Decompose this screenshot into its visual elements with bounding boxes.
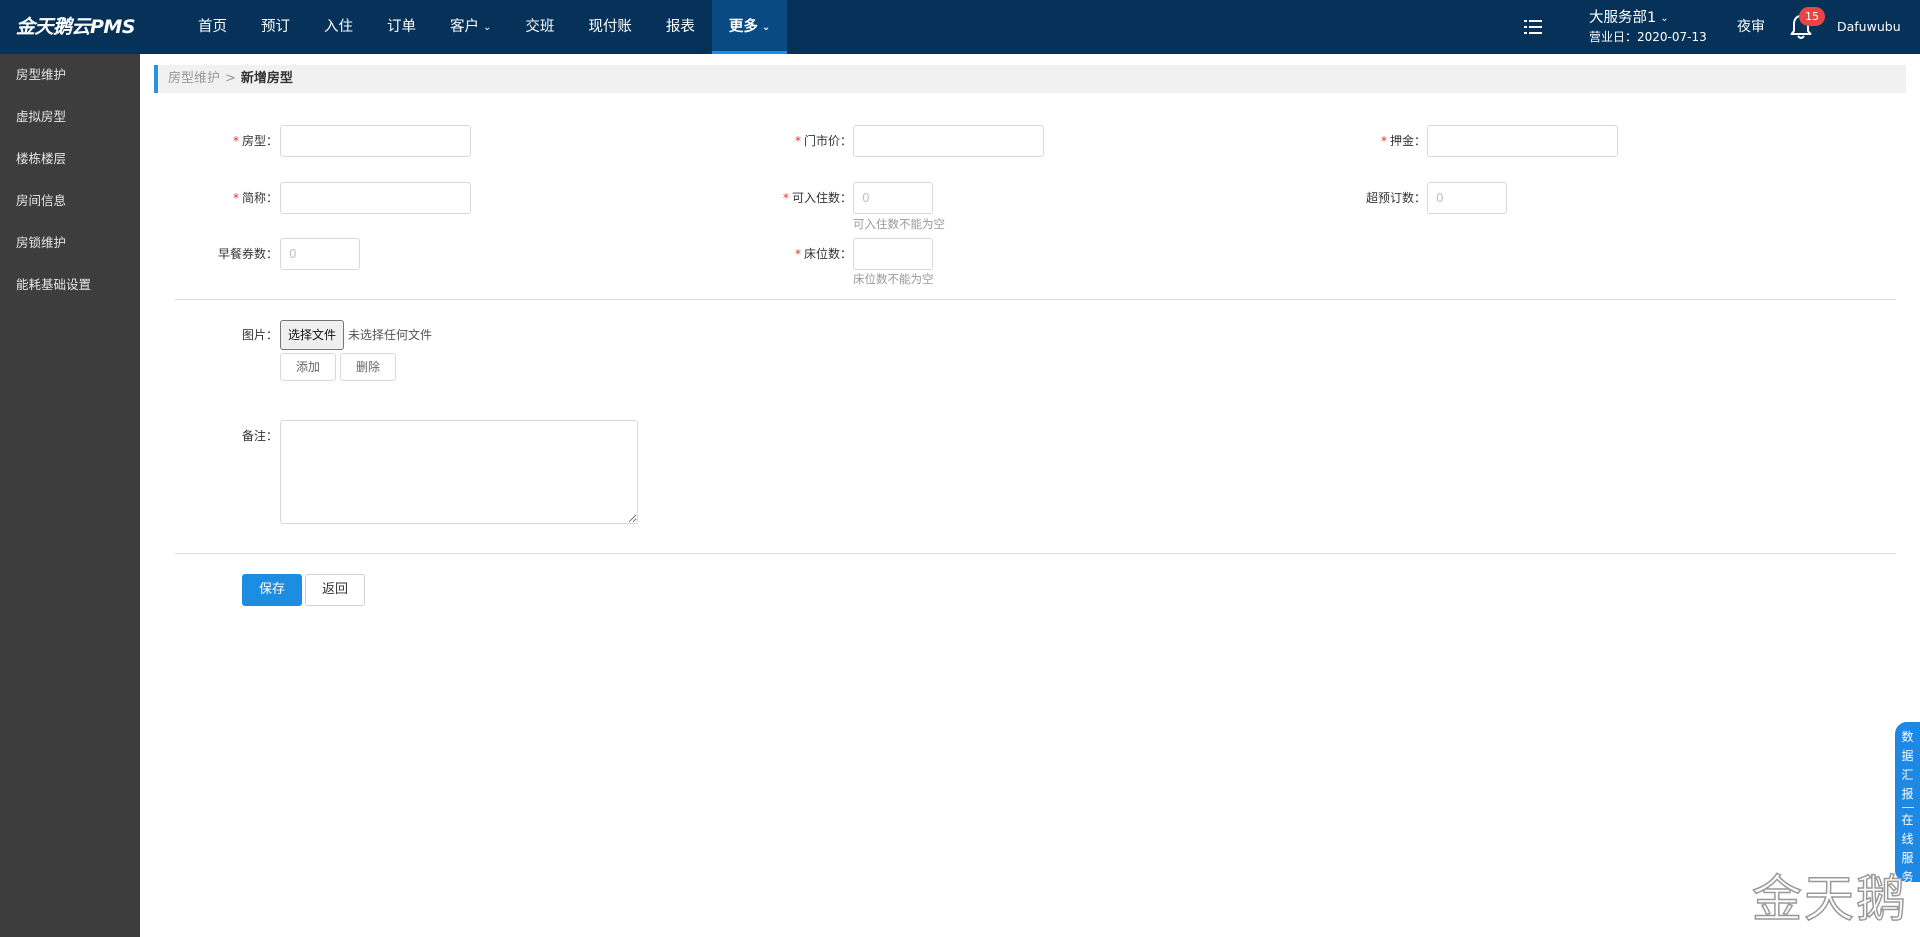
nav-orders[interactable]: 订单 <box>370 0 433 54</box>
sidebar-item-room-type[interactable]: 房型维护 <box>0 54 140 96</box>
nav-reports[interactable]: 报表 <box>649 0 712 54</box>
capacity-label: * 可入住数： <box>782 191 852 205</box>
overbook-input[interactable] <box>1427 182 1507 214</box>
notification-badge: 15 <box>1799 7 1825 26</box>
overbook-label: 超预订数： <box>1365 191 1426 205</box>
breadcrumb-current: 新增房型 <box>240 71 293 86</box>
main-nav: 首页 预订 入住 订单 客户 ⌄ 交班 现付账 报表 更多 ⌄ <box>181 0 788 54</box>
door-price-input[interactable] <box>853 125 1044 157</box>
chevron-down-icon: ⌄ <box>761 22 771 33</box>
remark-label: 备注： <box>241 429 278 443</box>
beds-input[interactable] <box>853 238 933 270</box>
required-marker: * <box>232 191 239 205</box>
capacity-input[interactable] <box>853 182 933 214</box>
capacity-hint: 可入住数不能为空 <box>853 217 945 231</box>
beds-hint: 床位数不能为空 <box>853 272 934 286</box>
nav-customers[interactable]: 客户 ⌄ <box>433 0 508 54</box>
store-selector[interactable]: 大服务部1 ⌄ 营业日：2020-07-13 <box>1589 9 1719 46</box>
sidebar-item-room-lock[interactable]: 房锁维护 <box>0 222 140 264</box>
deposit-input[interactable] <box>1427 125 1618 157</box>
sidebar-item-virtual-room-type[interactable]: 虚拟房型 <box>0 96 140 138</box>
night-audit-link[interactable]: 夜审 <box>1737 0 1765 54</box>
door-price-label: * 门市价： <box>794 134 852 148</box>
required-marker: * <box>232 134 239 148</box>
username[interactable]: Dafuwubu <box>1837 0 1901 54</box>
image-label: 图片： <box>241 328 278 342</box>
nav-reservation[interactable]: 预订 <box>244 0 307 54</box>
sidebar-item-building-floor[interactable]: 楼栋楼层 <box>0 138 140 180</box>
required-marker: * <box>782 191 789 205</box>
breakfast-label: 早餐券数： <box>217 247 278 261</box>
beds-label: * 床位数： <box>794 247 852 261</box>
nav-customers-label: 客户 <box>450 19 479 35</box>
nav-cash-account[interactable]: 现付账 <box>571 0 649 54</box>
business-date: 营业日：2020-07-13 <box>1589 30 1707 44</box>
sidebar-item-room-info[interactable]: 房间信息 <box>0 180 140 222</box>
floating-service-tab[interactable]: 数据汇报 在线服务 <box>1895 722 1920 884</box>
nav-more-label: 更多 <box>728 19 758 35</box>
deposit-label: * 押金： <box>1380 134 1426 148</box>
breakfast-input[interactable] <box>280 238 360 270</box>
nav-more[interactable]: 更多 ⌄ <box>711 0 788 54</box>
required-marker: * <box>794 134 801 148</box>
breadcrumb-parent[interactable]: 房型维护 <box>168 71 220 86</box>
file-status-text: 未选择任何文件 <box>348 328 433 342</box>
back-button[interactable]: 返回 <box>305 574 365 606</box>
save-button[interactable]: 保存 <box>242 574 302 606</box>
chevron-down-icon: ⌄ <box>483 22 492 33</box>
required-marker: * <box>1380 134 1387 148</box>
watermark-logo: 金天鹅 <box>1751 869 1908 929</box>
app-logo[interactable]: 金天鹅云PMS <box>16 0 136 54</box>
store-name: 大服务部1 <box>1589 10 1657 26</box>
divider <box>175 553 1896 554</box>
data-report-link[interactable]: 数据汇报 <box>1901 728 1915 804</box>
divider <box>175 299 1896 300</box>
add-image-button[interactable]: 添加 <box>280 353 336 381</box>
sidebar: 房型维护 虚拟房型 楼栋楼层 房间信息 房锁维护 能耗基础设置 <box>0 54 140 937</box>
chevron-down-icon: ⌄ <box>1660 13 1669 24</box>
room-type-label: * 房型： <box>232 134 278 148</box>
nav-shift-handover[interactable]: 交班 <box>508 0 571 54</box>
breadcrumb: 房型维护 > 新增房型 <box>154 65 1906 93</box>
tab-separator <box>1901 807 1914 808</box>
menu-list-icon[interactable] <box>1524 19 1542 35</box>
nav-checkin[interactable]: 入住 <box>307 0 370 54</box>
delete-image-button[interactable]: 删除 <box>340 353 396 381</box>
nav-home[interactable]: 首页 <box>181 0 244 54</box>
sidebar-item-energy-settings[interactable]: 能耗基础设置 <box>0 264 140 306</box>
top-navigation-bar: 金天鹅云PMS 首页 预订 入住 订单 客户 ⌄ 交班 现付账 报表 更多 ⌄ 大服… <box>0 0 1920 54</box>
remark-textarea[interactable] <box>280 420 638 524</box>
breadcrumb-separator: > <box>225 71 236 86</box>
short-name-input[interactable] <box>280 182 471 214</box>
required-marker: * <box>794 247 801 261</box>
room-type-input[interactable] <box>280 125 471 157</box>
short-name-label: * 简称： <box>232 191 278 205</box>
choose-file-button[interactable]: 选择文件 <box>280 320 345 350</box>
